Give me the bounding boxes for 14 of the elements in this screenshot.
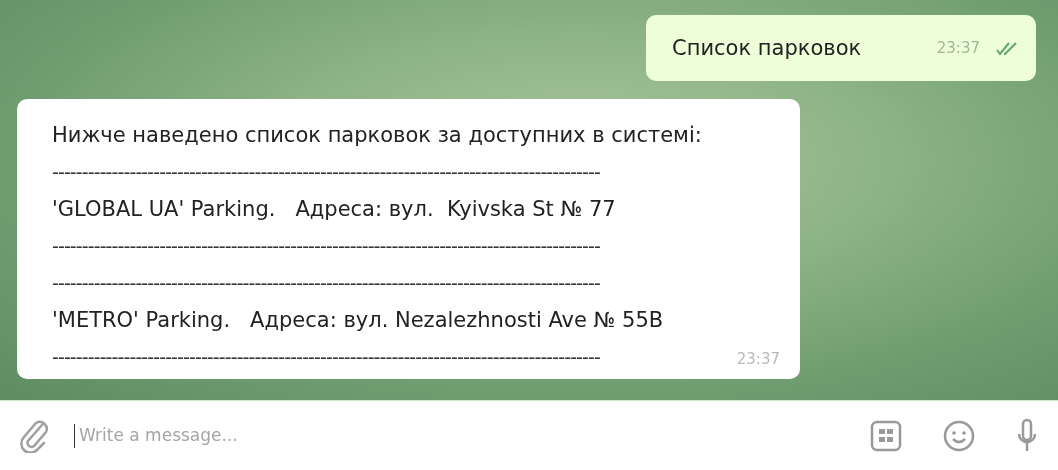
microphone-icon[interactable] xyxy=(1016,417,1038,454)
dashed-separator: -------------------------------------------------------------------------------------------- xyxy=(52,234,600,259)
dashed-separator: -------------------------------------------------------------------------------------------- xyxy=(52,160,600,185)
emoji-icon[interactable] xyxy=(942,418,976,453)
message-time: 23:37 xyxy=(736,349,780,370)
dashed-separator: -------------------------------------------------------------------------------------------- xyxy=(52,271,600,296)
dashed-separator: -------------------------------------------------------------------------------------------- xyxy=(52,345,600,370)
message-text: Нижче наведено список парковок за доступних в системі: xyxy=(52,122,703,149)
message-text: 'GLOBAL UA' Parking. Адреса: вул. Kyivska St № 77 xyxy=(52,196,617,223)
paperclip-icon[interactable] xyxy=(20,418,50,453)
message-text: 'METRO' Parking. Адреса: вул. Nezalezhnosti Ave № 55B xyxy=(52,307,665,334)
grid-icon[interactable] xyxy=(870,419,902,452)
message-text: Список парковок xyxy=(672,35,862,62)
message-time: 23:37 xyxy=(936,38,980,60)
